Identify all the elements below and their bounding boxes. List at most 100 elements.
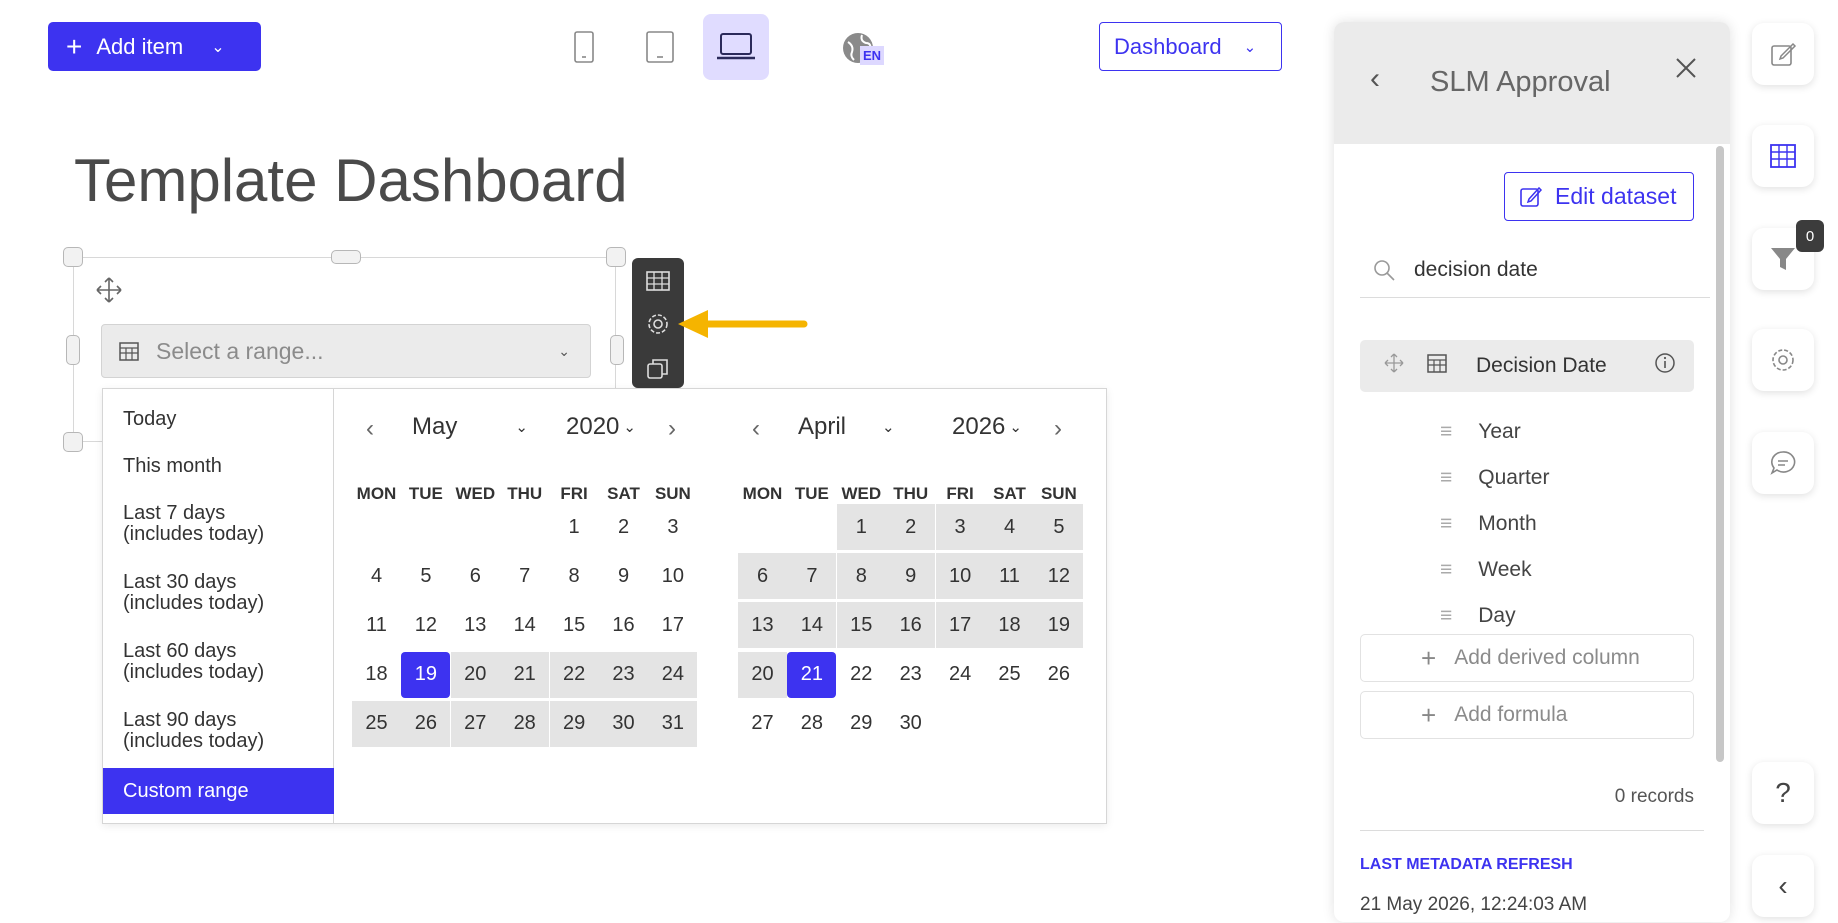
calendar-day[interactable]: 8 (836, 553, 886, 600)
preset-last-60-days[interactable]: Last 60 days (includes today) (123, 641, 264, 683)
edit-mode-button[interactable] (1752, 23, 1814, 85)
calendar-day[interactable]: 7 (787, 553, 837, 600)
calendar-day[interactable]: 9 (886, 553, 936, 600)
preset-last-7-days[interactable]: Last 7 days (includes today) (123, 503, 264, 545)
calendar-day[interactable]: 3 (935, 504, 985, 550)
calendar-day[interactable]: 1 (836, 504, 886, 550)
field-item-decision-date[interactable]: Decision Date (1360, 340, 1694, 392)
calendar-day[interactable]: 20 (450, 651, 500, 698)
calendar-day[interactable]: 6 (738, 553, 787, 600)
calendar-day[interactable]: 11 (985, 553, 1034, 600)
calendar-day[interactable]: 27 (738, 701, 787, 747)
calendar-day[interactable]: 1 (550, 504, 599, 550)
resize-handle-bottom-left[interactable] (63, 432, 83, 452)
calendar-day[interactable]: 19 (401, 651, 451, 698)
sub-field-quarter[interactable]: ≡ Quarter (1440, 466, 1549, 490)
calendar-day[interactable]: 29 (837, 701, 886, 747)
calendar-day[interactable]: 23 (886, 652, 935, 698)
calendar-day[interactable]: 2 (886, 504, 936, 550)
calendar-day[interactable]: 24 (648, 651, 698, 698)
calendar-day[interactable]: 5 (1034, 504, 1084, 550)
calendar-day[interactable]: 12 (1034, 553, 1084, 600)
preset-last-90-days[interactable]: Last 90 days (includes today) (123, 710, 264, 752)
year-select[interactable]: 2026 ⌄ (952, 413, 1022, 441)
sub-field-week[interactable]: ≡ Week (1440, 558, 1532, 582)
calendar-day[interactable]: 2 (599, 504, 648, 550)
calendar-day[interactable]: 18 (985, 602, 1034, 649)
preset-this-month[interactable]: This month (123, 456, 222, 477)
calendar-day[interactable]: 27 (450, 700, 500, 747)
month-select[interactable]: April ⌄ (798, 413, 895, 441)
calendar-day[interactable]: 28 (500, 700, 550, 747)
calendar-day[interactable]: 25 (985, 652, 1034, 698)
table-icon[interactable] (645, 270, 671, 297)
calendar-day[interactable]: 22 (549, 651, 599, 698)
edit-dataset-button[interactable]: Edit dataset (1504, 172, 1694, 221)
resize-handle-left[interactable] (66, 335, 80, 365)
calendar-day[interactable]: 23 (599, 651, 648, 698)
panel-scrollbar[interactable] (1716, 146, 1724, 762)
calendar-day[interactable]: 21 (500, 651, 550, 698)
sub-field-month[interactable]: ≡ Month (1440, 512, 1537, 536)
calendar-day[interactable]: 17 (935, 602, 985, 649)
chevron-right-icon[interactable]: › (668, 415, 676, 443)
month-select[interactable]: May ⌄ (412, 413, 528, 441)
calendar-day[interactable]: 17 (648, 602, 697, 648)
calendar-day[interactable]: 8 (550, 553, 599, 599)
preset-today[interactable]: Today (123, 409, 176, 430)
calendar-day[interactable]: 15 (550, 602, 599, 648)
calendar-day[interactable]: 29 (549, 700, 599, 747)
info-icon[interactable] (1654, 352, 1676, 380)
calendar-day[interactable]: 26 (401, 700, 451, 747)
calendar-day[interactable]: 21 (787, 651, 837, 698)
mobile-view-button[interactable] (551, 14, 617, 80)
preset-custom-range[interactable]: Custom range (103, 768, 334, 814)
calendar-day[interactable]: 31 (648, 700, 698, 747)
calendar-day[interactable]: 9 (599, 553, 648, 599)
calendar-day[interactable]: 10 (648, 553, 697, 599)
chevron-left-icon[interactable]: ‹ (366, 415, 374, 443)
dashboard-select[interactable]: Dashboard ⌄ (1099, 22, 1282, 71)
calendar-day[interactable]: 12 (401, 602, 450, 648)
preset-last-30-days[interactable]: Last 30 days (includes today) (123, 572, 264, 614)
calendar-day[interactable]: 25 (352, 700, 401, 747)
calendar-day[interactable]: 16 (599, 602, 648, 648)
drag-handle-icon[interactable] (1384, 353, 1404, 379)
calendar-day[interactable]: 14 (787, 602, 837, 649)
move-icon[interactable] (95, 276, 123, 309)
calendar-day[interactable]: 20 (738, 651, 787, 698)
add-derived-column-button[interactable]: + Add derived column (1360, 634, 1694, 682)
calendar-day[interactable]: 22 (837, 652, 886, 698)
calendar-day[interactable]: 18 (352, 652, 401, 698)
resize-handle-right[interactable] (610, 335, 624, 365)
calendar-day[interactable]: 15 (836, 602, 886, 649)
sub-field-year[interactable]: ≡ Year (1440, 420, 1521, 444)
comments-button[interactable] (1752, 432, 1814, 494)
calendar-day[interactable]: 13 (738, 602, 787, 649)
calendar-day[interactable]: 10 (935, 553, 985, 600)
calendar-day[interactable]: 4 (352, 553, 401, 599)
duplicate-icon[interactable] (645, 356, 671, 387)
calendar-day[interactable]: 14 (500, 602, 549, 648)
calendar-day[interactable]: 30 (599, 700, 648, 747)
year-select[interactable]: 2020 ⌄ (566, 413, 636, 441)
gear-icon[interactable] (645, 311, 671, 342)
add-item-button[interactable]: + Add item ⌄ (48, 22, 261, 71)
chevron-right-icon[interactable]: › (1054, 415, 1062, 443)
desktop-view-button[interactable] (703, 14, 769, 80)
resize-handle-top-left[interactable] (63, 247, 83, 267)
dataset-button[interactable] (1752, 125, 1814, 187)
language-selector[interactable]: EN (840, 30, 886, 70)
settings-button[interactable] (1752, 329, 1814, 391)
date-range-input[interactable]: Select a range... ⌄ (101, 324, 591, 378)
sub-field-day[interactable]: ≡ Day (1440, 604, 1516, 628)
calendar-day[interactable]: 7 (500, 553, 549, 599)
field-search-input[interactable]: decision date (1360, 242, 1710, 298)
tablet-view-button[interactable] (627, 14, 693, 80)
back-arrow-icon[interactable]: ‹ (1370, 62, 1380, 96)
calendar-day[interactable]: 30 (886, 701, 935, 747)
calendar-day[interactable]: 19 (1034, 602, 1084, 649)
calendar-day[interactable]: 24 (936, 652, 985, 698)
calendar-day[interactable]: 5 (401, 553, 450, 599)
calendar-day[interactable]: 4 (985, 504, 1034, 550)
